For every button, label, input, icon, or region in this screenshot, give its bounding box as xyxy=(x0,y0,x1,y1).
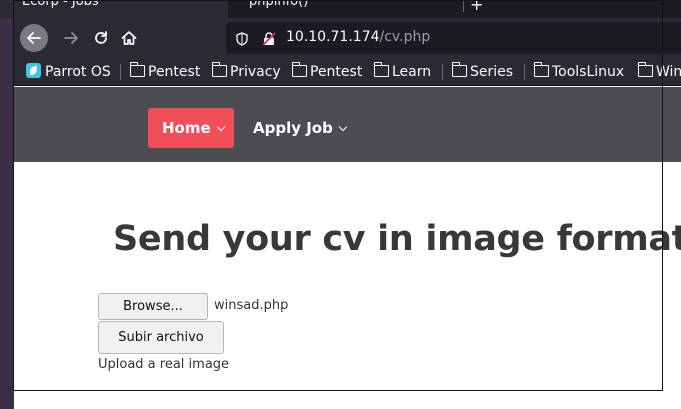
folder-icon xyxy=(373,62,389,77)
nav-apply-job-button[interactable]: Apply Job xyxy=(253,108,348,148)
home-icon[interactable] xyxy=(120,25,142,51)
bookmark-folder-toolslinux[interactable]: ToolsLinux xyxy=(533,62,625,81)
folder-icon xyxy=(129,62,145,77)
bookmark-label: Series xyxy=(470,64,514,80)
back-arrow-icon[interactable] xyxy=(20,24,48,52)
bookmark-label: ToolsLinux xyxy=(552,64,625,80)
bookmark-label: Parrot OS xyxy=(45,64,111,80)
folder-icon xyxy=(451,62,467,77)
bookmark-label: Privacy xyxy=(230,64,281,80)
upload-hint: Upload a real image xyxy=(98,357,230,372)
bookmark-label: Learn xyxy=(392,64,432,80)
tab-strip: Ecorp - Jobs ✕ phpinfo() ✕ + xyxy=(0,0,681,18)
selected-file-name: winsad.php xyxy=(214,298,289,313)
bookmark-folder-learn[interactable]: Learn xyxy=(373,62,432,81)
desktop-background xyxy=(0,0,14,409)
folder-icon xyxy=(533,62,549,77)
bookmark-separator xyxy=(120,64,121,80)
bookmark-folder-pentest[interactable]: Pentest xyxy=(129,62,201,81)
folder-icon xyxy=(637,62,653,77)
bookmark-label: Pentest xyxy=(310,64,363,80)
tab-title: phpinfo() xyxy=(249,0,309,9)
bookmark-separator xyxy=(524,64,525,80)
bookmark-separator xyxy=(442,64,443,80)
url-path: /cv.php xyxy=(379,29,431,45)
url-text: 10.10.71.174/cv.php xyxy=(286,29,430,45)
nav-home-button[interactable]: Home xyxy=(148,108,234,148)
bookmark-label: Win xyxy=(656,64,681,80)
upload-submit-button[interactable]: Subir archivo xyxy=(98,321,224,354)
bookmark-folder-win[interactable]: Win xyxy=(637,62,681,81)
tab-ecorp-jobs[interactable]: Ecorp - Jobs ✕ xyxy=(0,0,228,18)
chevron-down-icon xyxy=(216,122,225,132)
folder-icon xyxy=(211,62,227,77)
nav-apply-label: Apply Job xyxy=(253,119,333,137)
forward-arrow-icon[interactable] xyxy=(58,24,84,52)
tab-title: Ecorp - Jobs xyxy=(22,0,99,9)
tab-divider xyxy=(463,0,464,12)
bookmark-parrot-os[interactable]: Parrot OS xyxy=(26,63,111,81)
bookmark-label: Pentest xyxy=(148,64,201,80)
insecure-lock-icon[interactable] xyxy=(262,31,276,46)
tab-phpinfo[interactable]: phpinfo() ✕ xyxy=(233,0,463,18)
reload-icon[interactable] xyxy=(88,24,114,52)
bookmark-folder-pentest-2[interactable]: Pentest xyxy=(291,62,363,81)
nav-home-label: Home xyxy=(162,119,211,137)
plus-icon[interactable]: + xyxy=(470,0,483,14)
bookmark-folder-series[interactable]: Series xyxy=(451,62,514,81)
chevron-down-icon xyxy=(338,122,348,132)
url-host: 10.10.71.174 xyxy=(286,29,380,45)
parrot-icon xyxy=(26,63,41,78)
browse-button[interactable]: Browse... xyxy=(98,293,208,320)
page-title: Send your cv in image format xyxy=(113,219,681,259)
navigation-toolbar: 10.10.71.174/cv.php xyxy=(14,18,681,58)
bookmarks-toolbar: Parrot OS Pentest Privacy Pentest Learn … xyxy=(14,58,681,86)
site-navbar: Home Apply Job xyxy=(14,87,681,162)
bookmark-folder-privacy[interactable]: Privacy xyxy=(211,62,281,81)
folder-icon xyxy=(291,62,307,77)
shield-icon[interactable] xyxy=(236,31,248,46)
address-bar[interactable]: 10.10.71.174/cv.php xyxy=(226,22,681,54)
